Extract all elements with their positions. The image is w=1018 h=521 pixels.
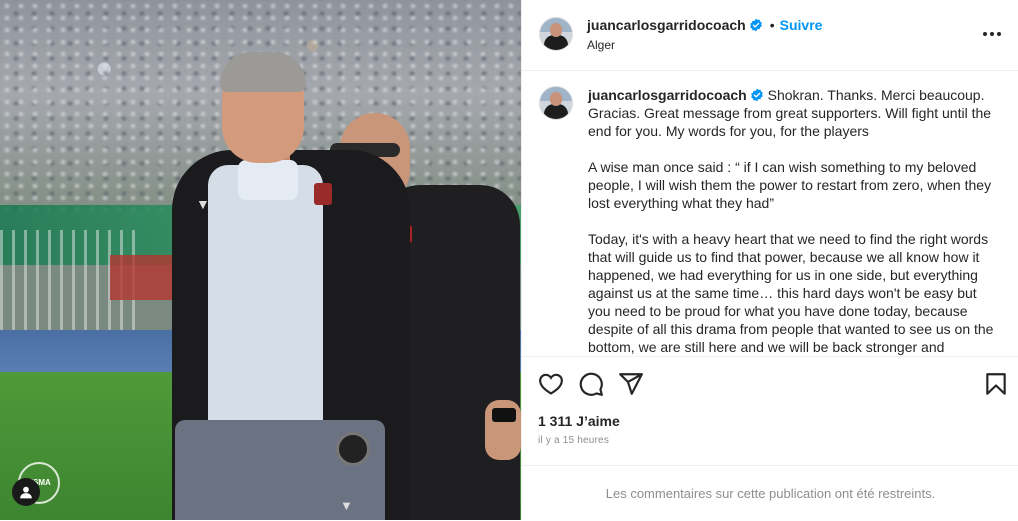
follow-button[interactable]: Suivre: [780, 17, 823, 33]
verified-badge-icon: [750, 88, 763, 102]
caption-area: juancarlosgarridocoach Shokran. Thanks. …: [522, 71, 1018, 356]
heart-icon[interactable]: [538, 371, 564, 397]
more-options-icon[interactable]: [980, 22, 1004, 46]
comments-restricted-notice: Les commentaires sur cette publication o…: [522, 465, 1018, 521]
username-link[interactable]: juancarlosgarridocoach: [587, 17, 746, 33]
share-icon[interactable]: [618, 371, 644, 397]
separator-dot: •: [769, 17, 775, 33]
post-header: juancarlosgarridocoach • Suivre Alger: [522, 0, 1018, 71]
post-side-panel: juancarlosgarridocoach • Suivre Alger juan…: [521, 0, 1018, 520]
person-icon: [20, 486, 32, 499]
user-tag-icon[interactable]: [12, 478, 40, 506]
post-actions: 1 311 J’aime il y a 15 heures Les commen…: [522, 356, 1018, 520]
comment-icon[interactable]: [578, 371, 604, 397]
coach-collar: [238, 160, 298, 200]
bookmark-icon[interactable]: [983, 371, 1009, 397]
club-crest: [314, 183, 332, 205]
coach-hair: [220, 52, 306, 92]
likes-count[interactable]: 1 311 J’aime: [538, 413, 620, 429]
kit-logo: ▼: [196, 196, 210, 212]
caption-username-link[interactable]: juancarlosgarridocoach: [588, 87, 747, 103]
location-link[interactable]: Alger: [587, 38, 615, 52]
post-timestamp[interactable]: il y a 15 heures: [538, 435, 609, 446]
avatar[interactable]: [539, 17, 573, 51]
avatar[interactable]: [539, 86, 573, 120]
post-caption: juancarlosgarridocoach Shokran. Thanks. …: [588, 86, 998, 356]
kit-logo: ▼: [340, 498, 353, 513]
wristwatch: [492, 408, 516, 422]
caption-paragraph: juancarlosgarridocoach Shokran. Thanks. …: [588, 86, 998, 140]
post-photo[interactable]: ▼ ▼ ▼ USMA: [0, 0, 521, 520]
wristwatch: [336, 432, 370, 466]
stadium-sign: [110, 255, 180, 300]
verified-badge-icon: [749, 18, 762, 32]
caption-paragraph: A wise man once said : “ if I can wish s…: [588, 159, 992, 211]
caption-paragraph: Today, it's with a heavy heart that we n…: [588, 231, 994, 355]
header-user-line: juancarlosgarridocoach • Suivre: [587, 17, 822, 33]
